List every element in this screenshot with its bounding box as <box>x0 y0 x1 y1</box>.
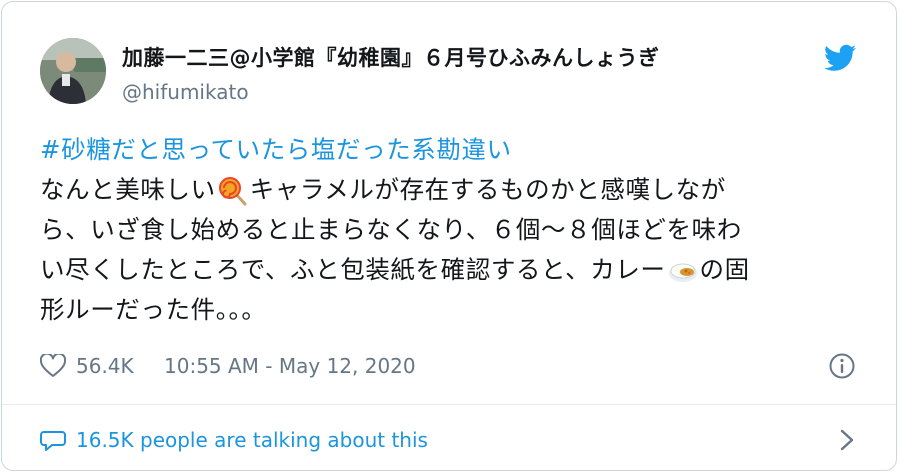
like-button[interactable]: 56.4K <box>40 354 134 378</box>
info-icon[interactable] <box>828 352 856 380</box>
like-count: 56.4K <box>76 354 134 378</box>
timestamp: 10:55 AM - May 12, 2020 <box>164 354 416 378</box>
avatar[interactable] <box>40 38 106 104</box>
chevron-right-icon <box>840 429 854 451</box>
talking-about-text: 16.5K people are talking about this <box>76 428 428 452</box>
timestamp-link[interactable]: 10:55 AM - May 12, 2020 <box>164 354 416 378</box>
divider <box>2 404 896 405</box>
heart-icon <box>40 354 66 377</box>
user-names: 加藤一二三@小学館『幼稚園』６月号ひふみんしょうぎ @hifumikato <box>122 42 806 104</box>
tweet-line-1-end: キャラメルが存在するものかと感嘆しなが <box>249 175 726 204</box>
tweet-line-1-start: なんと美味しい <box>40 175 216 204</box>
tweet-line-3-end: の固 <box>699 255 750 284</box>
tweet-line-2: ら、いざ食し始めると止まらなくなり、６個〜８個ほどを味わ <box>40 215 742 244</box>
tweet-line-3-start: い尽くしたところで、ふと包装紙を確認すると、カレー <box>40 255 666 284</box>
lollipop-emoji <box>218 177 247 206</box>
comment-icon <box>40 431 66 451</box>
twitter-bird-icon[interactable] <box>824 44 856 72</box>
hashtag-link[interactable]: #砂糖だと思っていたら塩だった系勘違い <box>40 130 856 170</box>
user-handle[interactable]: @hifumikato <box>122 80 806 104</box>
conversation-link[interactable]: 16.5K people are talking about this <box>40 422 856 458</box>
display-name[interactable]: 加藤一二三@小学館『幼稚園』６月号ひふみんしょうぎ <box>122 42 806 72</box>
tweet-meta: 56.4K 10:55 AM - May 12, 2020 <box>40 350 856 386</box>
tweet-line-3: い尽くしたところで、ふと包装紙を確認すると、カレー の固 <box>40 250 856 290</box>
curry-emoji <box>668 263 697 282</box>
tweet-text: #砂糖だと思っていたら塩だった系勘違い なんと美味しい キャラメルが存在するものか… <box>40 130 856 330</box>
tweet-header: 加藤一二三@小学館『幼稚園』６月号ひふみんしょうぎ @hifumikato <box>40 38 856 108</box>
tweet-card: 加藤一二三@小学館『幼稚園』６月号ひふみんしょうぎ @hifumikato #砂… <box>1 1 897 471</box>
tweet-line-4: 形ルーだった件。。。 <box>40 295 267 324</box>
tweet-line-1: なんと美味しい キャラメルが存在するものかと感嘆しなが <box>40 170 856 210</box>
